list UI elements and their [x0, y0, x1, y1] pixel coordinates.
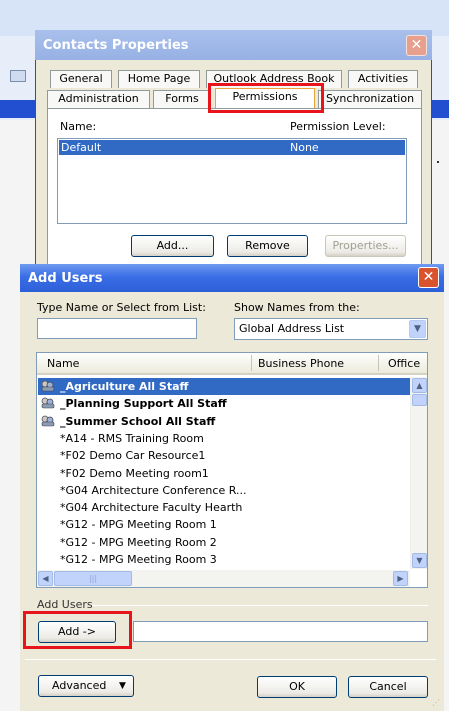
hscroll-thumb[interactable]: |||	[54, 571, 132, 586]
permission-entry-level: None	[290, 141, 319, 154]
group-icon	[41, 415, 55, 427]
add-users-titlebar: Add Users	[20, 264, 444, 292]
list-item-name: _Summer School All Staff	[60, 414, 216, 428]
permissions-tab-highlight	[208, 83, 324, 113]
list-item-name: *G12 - MPG Meeting Room 1	[60, 518, 217, 532]
permission-entry-row[interactable]: Default None	[59, 140, 405, 155]
add-users-title: Add Users	[28, 270, 103, 286]
list-item[interactable]: *F02 Demo Car Resource1	[38, 447, 410, 464]
tab-forms[interactable]: Forms	[153, 90, 211, 108]
add-users-section-label: Add Users	[37, 598, 93, 611]
scroll-up-icon[interactable]: ▲	[412, 378, 427, 393]
tab-general[interactable]: General	[50, 70, 112, 88]
bottom-divider	[25, 659, 436, 660]
list-item-name: *F02 Demo Car Resource1	[60, 449, 206, 463]
background-dot	[437, 161, 439, 163]
section-divider	[92, 605, 428, 606]
tab-activities[interactable]: Activities	[348, 70, 418, 88]
add-users-close-icon[interactable]: ✕	[418, 267, 439, 288]
remove-button[interactable]: Remove	[227, 235, 308, 257]
list-item-name: _Planning Support All Staff	[60, 397, 227, 411]
scroll-right-icon[interactable]: ▶	[393, 571, 408, 586]
address-list-value: Global Address List	[239, 322, 345, 335]
show-names-label: Show Names from the:	[234, 301, 360, 314]
column-divider[interactable]	[378, 355, 379, 371]
list-item[interactable]: _Planning Support All Staff	[38, 395, 410, 412]
type-name-label: Type Name or Select from List:	[37, 301, 206, 314]
list-item[interactable]: *G04 Architecture Conference R...	[38, 482, 410, 499]
vertical-scrollbar[interactable]: ▲ ▼	[410, 377, 427, 569]
resize-grip-icon[interactable]: ⋰	[432, 698, 442, 708]
list-item[interactable]: *A14 - RMS Training Room	[38, 430, 410, 447]
properties-button: Properties...	[325, 235, 406, 257]
permission-level-label: Permission Level:	[290, 120, 386, 133]
scroll-down-icon[interactable]: ▼	[412, 553, 427, 568]
ok-button[interactable]: OK	[257, 676, 337, 698]
advanced-label: Advanced	[52, 679, 107, 692]
address-list-select[interactable]: Global Address List ▼	[234, 318, 428, 340]
list-item-name: *F02 Demo Meeting room1	[60, 466, 209, 480]
column-header-office[interactable]: Office	[388, 357, 420, 370]
cancel-button[interactable]: Cancel	[348, 676, 428, 698]
names-list-header: Name Business Phone Office	[37, 353, 427, 375]
tab-administration[interactable]: Administration	[47, 90, 150, 108]
list-item-name: *A14 - RMS Training Room	[60, 431, 204, 445]
contacts-properties-title: Contacts Properties	[43, 37, 189, 53]
list-item-name: *G04 Architecture Conference R...	[60, 483, 247, 497]
list-item-name: *G12 - MPG Meeting Room 3	[60, 553, 217, 566]
tab-home-page[interactable]: Home Page	[118, 70, 200, 88]
background-app-strip	[0, 100, 40, 118]
scroll-left-icon[interactable]: ◀	[38, 571, 53, 586]
chevron-down-icon[interactable]: ▼	[409, 320, 426, 338]
column-header-name[interactable]: Name	[47, 357, 79, 370]
column-divider[interactable]	[251, 355, 252, 371]
list-item-name: _Agriculture All Staff	[60, 380, 189, 393]
contacts-properties-titlebar: Contacts Properties	[35, 30, 432, 60]
list-item-name: *G04 Architecture Faculty Hearth	[60, 501, 243, 515]
tab-synchronization[interactable]: Synchronization	[318, 90, 422, 108]
column-header-business-phone[interactable]: Business Phone	[258, 357, 344, 370]
list-item[interactable]: _Summer School All Staff	[38, 413, 410, 430]
group-icon	[41, 397, 55, 409]
name-column-label: Name:	[60, 120, 97, 133]
permission-entry-name: Default	[61, 141, 102, 154]
contacts-close-icon[interactable]: ✕	[406, 35, 427, 56]
list-item[interactable]: *G12 - MPG Meeting Room 2	[38, 534, 410, 551]
list-item-name: *G12 - MPG Meeting Room 2	[60, 535, 217, 549]
type-name-input[interactable]	[37, 318, 197, 339]
dropdown-arrow-icon: ▼	[119, 681, 126, 691]
scroll-thumb[interactable]	[412, 394, 427, 406]
address-book-icon[interactable]	[10, 70, 26, 82]
list-item[interactable]: *G12 - MPG Meeting Room 3	[38, 551, 410, 568]
horizontal-scrollbar[interactable]: ◀ ||| ▶	[37, 570, 410, 587]
add-users-field[interactable]	[133, 621, 428, 642]
list-item[interactable]: *G12 - MPG Meeting Room 1	[38, 516, 410, 533]
add-button-highlight	[23, 611, 132, 649]
list-item[interactable]: _Agriculture All Staff	[38, 378, 410, 395]
add-permission-button[interactable]: Add...	[131, 235, 214, 257]
advanced-button[interactable]: Advanced ▼	[38, 675, 134, 697]
list-item[interactable]: *G04 Architecture Faculty Hearth	[38, 499, 410, 516]
list-item[interactable]: *F02 Demo Meeting room1	[38, 465, 410, 482]
group-icon	[41, 380, 55, 392]
